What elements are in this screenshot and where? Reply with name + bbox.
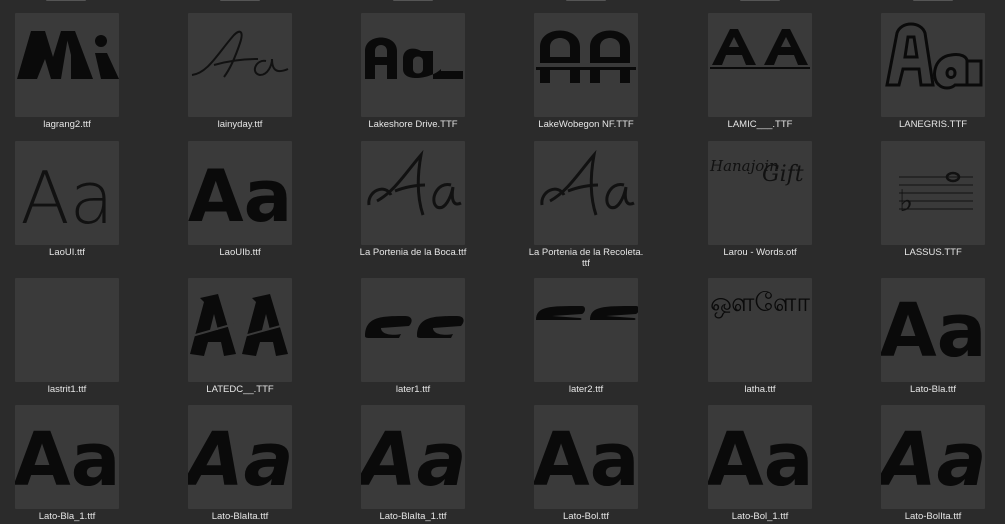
- file-name: later2.ttf: [568, 384, 604, 395]
- la-portenia-recoleta-preview-icon: [534, 141, 638, 245]
- file-item[interactable]: LakeWobegon NF.TTF: [511, 13, 661, 131]
- file-name: Larou - Words.otf: [723, 247, 797, 258]
- file-item[interactable]: later2.ttf: [511, 278, 661, 396]
- file-item[interactable]: Aa Lato-Bla_1.ttf: [0, 405, 142, 523]
- file-grid: lagrang2.ttf lainyday.ttf Lakeshore Driv…: [0, 0, 1005, 524]
- file-item[interactable]: later1.ttf: [338, 278, 488, 396]
- svg-text:Aa: Aa: [188, 154, 292, 238]
- file-name: LASSUS.TTF: [904, 247, 962, 258]
- laoui-preview-icon: Aa: [15, 141, 119, 245]
- lato-bol-1-preview-icon: Aa: [708, 405, 812, 509]
- later1-preview-icon: [361, 278, 465, 382]
- lagrang2-preview-icon: [15, 13, 119, 117]
- lassus-preview-icon: ♭: [881, 141, 985, 245]
- file-item[interactable]: lainyday.ttf: [165, 13, 315, 131]
- file-name: Lato-Bol.ttf: [563, 511, 609, 522]
- laouib-preview-icon: Aa: [188, 141, 292, 245]
- file-name: La Portenia de la Boca.ttf: [359, 247, 467, 258]
- file-item[interactable]: Aa Lato-Bol.ttf: [511, 405, 661, 523]
- svg-text:Aa: Aa: [534, 417, 638, 503]
- file-item[interactable]: Aa LaoUI.ttf: [0, 141, 142, 259]
- lanegris-preview-icon: [881, 13, 985, 117]
- file-name: Lakeshore Drive.TTF: [368, 119, 458, 130]
- file-name: Lato-BlaIta_1.ttf: [379, 511, 447, 522]
- svg-text:Aa: Aa: [881, 288, 985, 374]
- file-item[interactable]: Lakeshore Drive.TTF: [338, 13, 488, 131]
- svg-text:Aa: Aa: [188, 417, 292, 503]
- latedc-preview-icon: [188, 278, 292, 382]
- file-item[interactable]: Aa LaoUIb.ttf: [165, 141, 315, 259]
- lainyday-preview-icon: [188, 13, 292, 117]
- svg-text:Gift: Gift: [762, 162, 804, 187]
- file-name: LakeWobegon NF.TTF: [538, 119, 634, 130]
- file-item[interactable]: Hanajoin Gift Larou - Words.otf: [685, 141, 835, 259]
- svg-text:Aa: Aa: [20, 156, 113, 240]
- file-name: LaoUI.ttf: [49, 247, 85, 258]
- file-item[interactable]: lagrang2.ttf: [0, 13, 142, 131]
- file-name: Lato-BlaIta.ttf: [211, 511, 269, 522]
- file-name: latha.ttf: [744, 384, 776, 395]
- file-item[interactable]: LANEGRIS.TTF: [858, 13, 1005, 131]
- file-item[interactable]: Aa Lato-BlaIta_1.ttf: [338, 405, 488, 523]
- file-item[interactable]: ஔளோ latha.ttf: [685, 278, 835, 396]
- la-portenia-boca-preview-icon: [361, 141, 465, 245]
- file-name: LaoUIb.ttf: [219, 247, 261, 258]
- svg-text:Aa: Aa: [708, 417, 812, 503]
- file-item[interactable]: Aa Lato-Bla.ttf: [858, 278, 1005, 396]
- lato-bla-preview-icon: Aa: [881, 278, 985, 382]
- lato-blaita-preview-icon: Aa: [188, 405, 292, 509]
- lato-bla-1-preview-icon: Aa: [15, 405, 119, 509]
- svg-text:Aa: Aa: [15, 417, 119, 503]
- file-item[interactable]: lastrit1.ttf: [0, 278, 142, 396]
- file-item[interactable]: LATEDC__.TTF: [165, 278, 315, 396]
- file-name: LATEDC__.TTF: [206, 384, 274, 395]
- svg-text:Aa: Aa: [361, 417, 465, 503]
- lato-bolita-preview-icon: Aa: [881, 405, 985, 509]
- file-item[interactable]: Aa Lato-Bol_1.ttf: [685, 405, 835, 523]
- file-name: Lato-Bla.ttf: [910, 384, 956, 395]
- lamic-preview-icon: [708, 13, 812, 117]
- file-item[interactable]: ♭ LASSUS.TTF: [858, 141, 1005, 259]
- lastrit1-preview-icon: [15, 278, 119, 382]
- file-item[interactable]: LAMIC___.TTF: [685, 13, 835, 131]
- latha-preview-icon: ஔளோ: [708, 278, 812, 382]
- file-name: LAMIC___.TTF: [727, 119, 793, 130]
- lakewobegon-preview-icon: [534, 13, 638, 117]
- file-name: La Portenia de la Recoleta. ttf: [528, 247, 644, 269]
- svg-text:♭: ♭: [899, 184, 913, 219]
- file-name: Lato-BolIta.ttf: [904, 511, 962, 522]
- file-name: lainyday.ttf: [217, 119, 263, 130]
- file-name: LANEGRIS.TTF: [898, 119, 968, 130]
- lakeshore-drive-preview-icon: [361, 13, 465, 117]
- file-item[interactable]: Aa Lato-BolIta.ttf: [858, 405, 1005, 523]
- later2-preview-icon: [534, 278, 638, 382]
- file-item[interactable]: Aa Lato-BlaIta.ttf: [165, 405, 315, 523]
- svg-text:Aa: Aa: [881, 417, 985, 503]
- file-name: lastrit1.ttf: [47, 384, 87, 395]
- file-name: later1.ttf: [395, 384, 431, 395]
- lato-bol-preview-icon: Aa: [534, 405, 638, 509]
- file-item[interactable]: La Portenia de la Boca.ttf: [338, 141, 488, 259]
- file-item[interactable]: La Portenia de la Recoleta. ttf: [511, 141, 661, 269]
- file-name: lagrang2.ttf: [43, 119, 91, 130]
- lato-blaita-1-preview-icon: Aa: [361, 405, 465, 509]
- larou-words-preview-icon: Hanajoin Gift: [708, 141, 812, 245]
- file-name: Lato-Bla_1.ttf: [38, 511, 96, 522]
- file-name: Lato-Bol_1.ttf: [731, 511, 789, 522]
